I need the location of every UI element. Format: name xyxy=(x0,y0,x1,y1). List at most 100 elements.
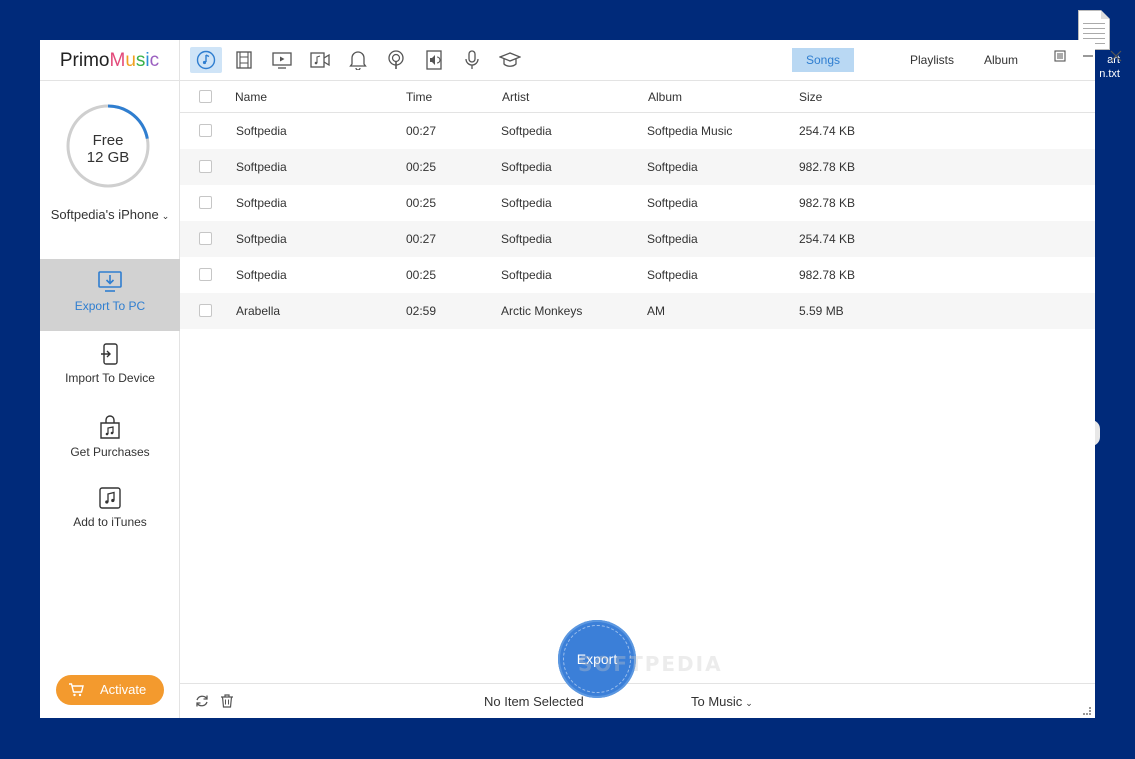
category-movies[interactable] xyxy=(228,47,260,73)
sidebar: PrimoMusic Free 12 GB Softpedia's iPhone… xyxy=(40,40,180,718)
watermark-text: SOFTPEDIA xyxy=(578,652,723,676)
row-checkbox[interactable] xyxy=(199,196,212,209)
category-ringtones[interactable] xyxy=(342,47,374,73)
storage-free-value: 12 GB xyxy=(86,149,130,166)
graduation-cap-icon xyxy=(499,52,521,67)
category-podcasts[interactable] xyxy=(380,47,412,73)
cell-name: Softpedia xyxy=(236,124,287,138)
nav-export-to-pc[interactable]: Export To PC xyxy=(40,259,180,331)
tab-playlists[interactable]: Playlists xyxy=(896,48,968,72)
cell-artist: Softpedia xyxy=(501,196,552,210)
nav-get-purchases[interactable]: Get Purchases xyxy=(40,403,180,475)
select-all-checkbox[interactable] xyxy=(199,90,212,103)
category-music[interactable] xyxy=(190,47,222,73)
storage-text: Free 12 GB xyxy=(65,132,151,166)
export-to-pc-icon xyxy=(98,271,122,292)
music-video-icon xyxy=(310,52,330,68)
minimize-button[interactable] xyxy=(1079,49,1097,67)
cell-name: Softpedia xyxy=(236,160,287,174)
cell-name: Softpedia xyxy=(236,196,287,210)
category-voice-memos[interactable] xyxy=(456,47,488,73)
nav-label: Export To PC xyxy=(74,299,146,313)
cell-size: 982.78 KB xyxy=(799,160,856,174)
category-audiobooks[interactable] xyxy=(418,47,450,73)
column-header-artist[interactable]: Artist xyxy=(502,81,529,113)
cell-size: 982.78 KB xyxy=(799,196,856,210)
cell-name: Softpedia xyxy=(236,232,287,246)
cell-artist: Softpedia xyxy=(501,160,552,174)
tab-album[interactable]: Album xyxy=(970,48,1032,72)
close-icon xyxy=(1110,50,1122,62)
nav-label: Import To Device xyxy=(65,371,155,385)
column-header-time[interactable]: Time xyxy=(406,81,432,113)
nav-label: Get Purchases xyxy=(70,445,150,459)
table-header: Name Time Artist Album Size xyxy=(180,81,1095,113)
cell-time: 00:25 xyxy=(406,196,437,210)
table-row[interactable]: Arabella 02:59 Arctic Monkeys AM 5.59 MB xyxy=(180,293,1095,329)
nav-import-to-device[interactable]: Import To Device xyxy=(40,331,180,403)
cell-artist: Softpedia xyxy=(501,232,552,246)
refresh-icon xyxy=(196,695,208,707)
trash-icon xyxy=(221,694,233,708)
audiobook-icon xyxy=(426,50,442,70)
cell-time: 00:25 xyxy=(406,268,437,282)
cell-time: 00:27 xyxy=(406,124,437,138)
nav-add-to-itunes[interactable]: Add to iTunes xyxy=(40,475,180,547)
resize-grip[interactable] xyxy=(1083,707,1091,715)
songs-table: Name Time Artist Album Size Softpedia 00… xyxy=(180,81,1095,329)
cell-album: Softpedia xyxy=(647,268,698,282)
device-selector[interactable]: Softpedia's iPhone ⌄ xyxy=(40,207,180,222)
row-checkbox[interactable] xyxy=(199,160,212,173)
tab-songs[interactable]: Songs xyxy=(792,48,855,72)
app-window: PrimoMusic Free 12 GB Softpedia's iPhone… xyxy=(40,40,1122,718)
cell-size: 982.78 KB xyxy=(799,268,856,282)
microphone-icon xyxy=(465,50,479,69)
bell-icon xyxy=(349,51,367,70)
import-to-device-icon xyxy=(101,343,118,365)
activate-button[interactable]: Activate xyxy=(56,675,164,705)
table-row[interactable]: Softpedia 00:25 Softpedia Softpedia 982.… xyxy=(180,185,1095,221)
cell-artist: Arctic Monkeys xyxy=(501,304,583,318)
podcast-icon xyxy=(388,50,404,69)
row-checkbox[interactable] xyxy=(199,304,212,317)
menu-button[interactable] xyxy=(1051,49,1069,67)
selection-status: No Item Selected xyxy=(484,694,584,709)
refresh-button[interactable] xyxy=(195,694,209,713)
delete-button[interactable] xyxy=(220,694,234,713)
row-checkbox[interactable] xyxy=(199,232,212,245)
toolbar: Songs Playlists Album xyxy=(180,40,1122,81)
table-row[interactable]: Softpedia 00:27 Softpedia Softpedia 254.… xyxy=(180,221,1095,257)
export-destination-dropdown[interactable]: To Music ⌄ xyxy=(691,694,753,709)
column-header-album[interactable]: Album xyxy=(648,81,682,113)
chevron-down-icon: ⌄ xyxy=(161,211,170,221)
film-icon xyxy=(236,51,252,69)
row-checkbox[interactable] xyxy=(199,124,212,137)
activate-label: Activate xyxy=(100,682,147,697)
category-tv-shows[interactable] xyxy=(266,47,298,73)
itunes-note-icon xyxy=(99,487,121,509)
column-header-size[interactable]: Size xyxy=(799,81,822,113)
table-row[interactable]: Softpedia 00:27 Softpedia Softpedia Musi… xyxy=(180,113,1095,149)
cell-album: AM xyxy=(647,304,665,318)
cell-time: 00:25 xyxy=(406,160,437,174)
category-music-videos[interactable] xyxy=(304,47,336,73)
cell-album: Softpedia xyxy=(647,196,698,210)
row-checkbox[interactable] xyxy=(199,268,212,281)
column-header-name[interactable]: Name xyxy=(235,81,267,113)
cell-artist: Softpedia xyxy=(501,268,552,282)
minimize-icon xyxy=(1083,55,1093,57)
chevron-down-icon: ⌄ xyxy=(745,698,753,708)
cell-size: 254.74 KB xyxy=(799,232,856,246)
cell-size: 254.74 KB xyxy=(799,124,856,138)
destination-label: To Music xyxy=(691,694,743,709)
cell-time: 02:59 xyxy=(406,304,437,318)
table-row[interactable]: Softpedia 00:25 Softpedia Softpedia 982.… xyxy=(180,149,1095,185)
cell-album: Softpedia xyxy=(647,232,698,246)
cart-icon xyxy=(69,683,84,697)
cell-album: Softpedia Music xyxy=(647,124,733,138)
close-button[interactable] xyxy=(1107,49,1125,67)
category-itunes-u[interactable] xyxy=(494,47,526,73)
storage-free-label: Free xyxy=(92,132,124,149)
table-row[interactable]: Softpedia 00:25 Softpedia Softpedia 982.… xyxy=(180,257,1095,293)
cell-artist: Softpedia xyxy=(501,124,552,138)
